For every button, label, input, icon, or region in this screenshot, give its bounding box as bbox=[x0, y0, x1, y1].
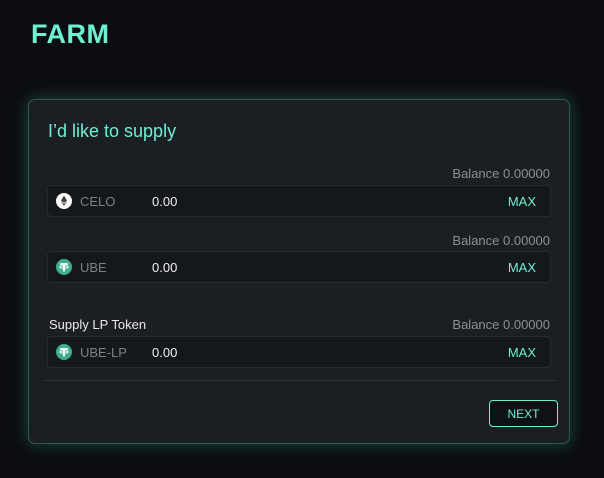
card-title: I’d like to supply bbox=[48, 121, 177, 141]
page-title: FARM bbox=[31, 19, 110, 49]
celo-icon bbox=[56, 193, 72, 209]
supply-lp-token-label: Supply LP Token bbox=[49, 317, 147, 332]
card-divider bbox=[43, 380, 557, 381]
next-button[interactable]: NEXT bbox=[489, 400, 558, 427]
ube-balance: Balance 0.00000 bbox=[452, 233, 550, 248]
celo-token-label: CELO bbox=[80, 194, 116, 209]
ube-lp-token-label: UBE-LP bbox=[80, 345, 127, 360]
ube-input-row[interactable]: UBE MAX bbox=[47, 251, 551, 283]
ube-icon bbox=[56, 259, 72, 275]
ube-max-button[interactable]: MAX bbox=[508, 260, 536, 275]
celo-input-row[interactable]: CELO MAX bbox=[47, 185, 551, 217]
ube-amount-input[interactable] bbox=[152, 258, 452, 276]
celo-amount-input[interactable] bbox=[152, 192, 452, 210]
ube-lp-amount-input[interactable] bbox=[152, 343, 452, 361]
celo-balance: Balance 0.00000 bbox=[452, 166, 550, 181]
ube-lp-icon bbox=[56, 344, 72, 360]
ube-lp-max-button[interactable]: MAX bbox=[508, 345, 536, 360]
farm-page: FARM I’d like to supply Balance 0.00000 … bbox=[0, 0, 604, 478]
ube-lp-balance: Balance 0.00000 bbox=[452, 317, 550, 332]
ube-lp-input-row[interactable]: UBE-LP MAX bbox=[47, 336, 551, 368]
celo-max-button[interactable]: MAX bbox=[508, 194, 536, 209]
supply-card: I’d like to supply Balance 0.00000 CELO … bbox=[28, 99, 570, 444]
ube-token-label: UBE bbox=[80, 260, 107, 275]
